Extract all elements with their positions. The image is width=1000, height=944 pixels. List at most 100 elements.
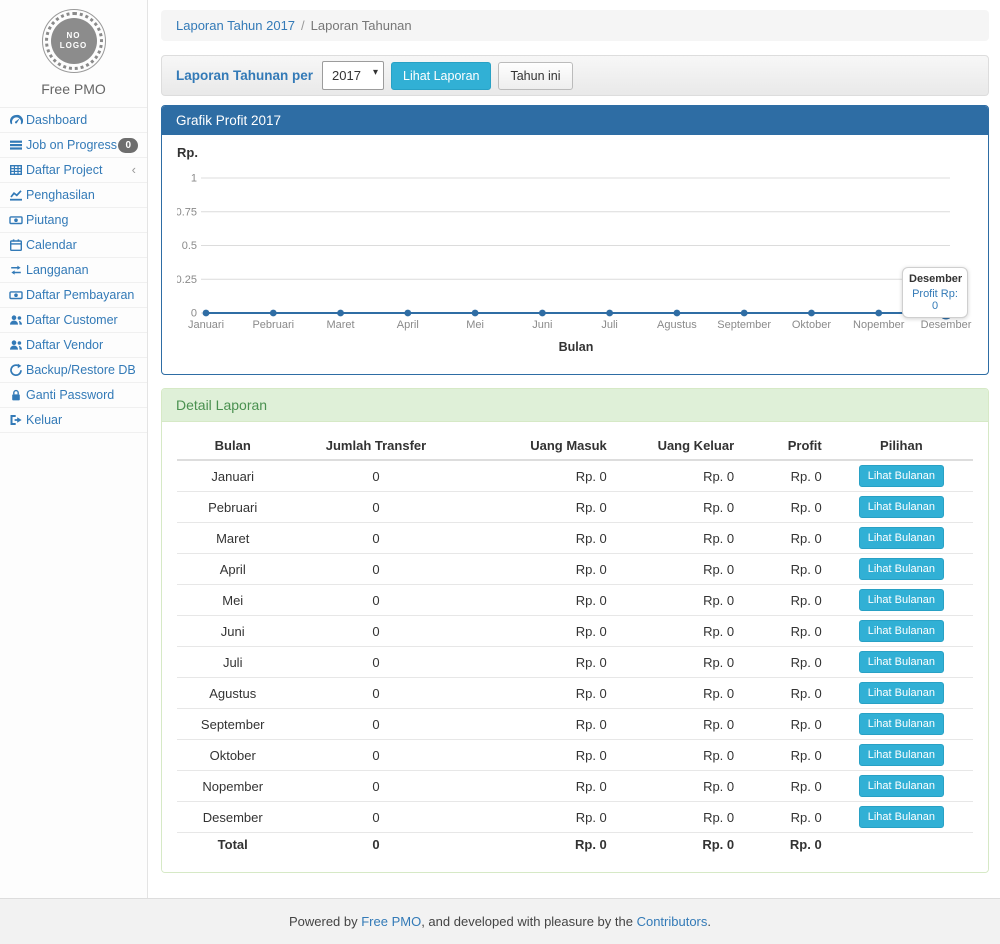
lihat-bulanan-button[interactable]: Lihat Bulanan: [859, 744, 944, 766]
footer-text-suffix: .: [707, 914, 711, 929]
table-cell: Rp. 0: [742, 554, 830, 585]
total-row: Total0Rp. 0Rp. 0Rp. 0: [177, 833, 973, 857]
sidebar-item-langganan[interactable]: Langganan: [0, 258, 147, 283]
lihat-bulanan-button[interactable]: Lihat Bulanan: [859, 651, 944, 673]
refresh-icon: [9, 363, 23, 377]
breadcrumb-separator: /: [301, 18, 305, 33]
table-cell: 0: [288, 616, 463, 647]
table-cell: Rp. 0: [464, 523, 615, 554]
table-cell: Rp. 0: [464, 492, 615, 523]
money-icon: [9, 213, 23, 227]
profit-chart-panel: Grafik Profit 2017 Rp. 00.250.50.751Janu…: [161, 105, 989, 375]
table-cell: Maret: [177, 523, 288, 554]
lihat-bulanan-button[interactable]: Lihat Bulanan: [859, 775, 944, 797]
table-cell: Rp. 0: [742, 523, 830, 554]
sidebar-item-daftar-pembayaran[interactable]: Daftar Pembayaran: [0, 283, 147, 308]
logo-text-line1: NO: [67, 31, 81, 41]
logo-text-line2: LOGO: [60, 41, 88, 51]
year-filter-label: Laporan Tahunan per: [176, 68, 313, 83]
footer-link-contributors[interactable]: Contributors: [637, 914, 708, 929]
sidebar: NO LOGO Free PMO DashboardJob on Progres…: [0, 0, 148, 898]
table-cell: Rp. 0: [615, 616, 742, 647]
progress-count-badge: 0: [118, 138, 138, 153]
table-cell: 0: [288, 678, 463, 709]
table-row: Mei0Rp. 0Rp. 0Rp. 0Lihat Bulanan: [177, 585, 973, 616]
table-cell: Rp. 0: [742, 460, 830, 492]
sidebar-item-backup-restore-db[interactable]: Backup/Restore DB: [0, 358, 147, 383]
table-cell: Rp. 0: [742, 709, 830, 740]
table-row: April0Rp. 0Rp. 0Rp. 0Lihat Bulanan: [177, 554, 973, 585]
lihat-bulanan-button[interactable]: Lihat Bulanan: [859, 682, 944, 704]
action-cell: Lihat Bulanan: [830, 492, 973, 523]
brand: NO LOGO Free PMO: [0, 0, 147, 108]
table-cell: 0: [288, 740, 463, 771]
svg-text:0.5: 0.5: [182, 240, 197, 252]
table-row: Januari0Rp. 0Rp. 0Rp. 0Lihat Bulanan: [177, 460, 973, 492]
lihat-bulanan-button[interactable]: Lihat Bulanan: [859, 527, 944, 549]
action-cell: Lihat Bulanan: [830, 771, 973, 802]
table-row: Maret0Rp. 0Rp. 0Rp. 0Lihat Bulanan: [177, 523, 973, 554]
sidebar-item-label: Backup/Restore DB: [26, 362, 138, 378]
sidebar-item-job-on-progress[interactable]: Job on Progress0: [0, 133, 147, 158]
table-cell: Rp. 0: [742, 647, 830, 678]
svg-text:Juni: Juni: [532, 319, 552, 331]
sidebar-item-label: Ganti Password: [26, 387, 138, 403]
table-cell: 0: [288, 585, 463, 616]
breadcrumb-link-laporan-tahun[interactable]: Laporan Tahun 2017: [176, 18, 295, 33]
breadcrumb: Laporan Tahun 2017/Laporan Tahunan: [161, 10, 989, 41]
table-cell: 0: [288, 802, 463, 833]
lihat-laporan-button[interactable]: Lihat Laporan: [391, 62, 491, 90]
svg-text:Agustus: Agustus: [657, 319, 697, 331]
table-cell: 0: [288, 460, 463, 492]
sidebar-item-ganti-password[interactable]: Ganti Password: [0, 383, 147, 408]
svg-text:Oktober: Oktober: [792, 319, 831, 331]
calendar-icon: [9, 238, 23, 252]
lihat-bulanan-button[interactable]: Lihat Bulanan: [859, 806, 944, 828]
lihat-bulanan-button[interactable]: Lihat Bulanan: [859, 713, 944, 735]
sidebar-item-penghasilan[interactable]: Penghasilan: [0, 183, 147, 208]
lihat-bulanan-button[interactable]: Lihat Bulanan: [859, 589, 944, 611]
svg-text:Januari: Januari: [188, 319, 224, 331]
svg-text:Desember: Desember: [921, 319, 972, 331]
footer-link-free-pmo[interactable]: Free PMO: [361, 914, 421, 929]
action-cell: Lihat Bulanan: [830, 523, 973, 554]
table-cell: Total: [177, 833, 288, 857]
sidebar-item-dashboard[interactable]: Dashboard: [0, 108, 147, 133]
sidebar-item-piutang[interactable]: Piutang: [0, 208, 147, 233]
svg-text:0: 0: [191, 308, 197, 320]
table-cell: Oktober: [177, 740, 288, 771]
table-cell: Rp. 0: [615, 585, 742, 616]
lihat-bulanan-button[interactable]: Lihat Bulanan: [859, 620, 944, 642]
lihat-bulanan-button[interactable]: Lihat Bulanan: [859, 465, 944, 487]
sidebar-item-label: Daftar Project: [26, 162, 132, 178]
detail-laporan-body: BulanJumlah TransferUang MasukUang Kelua…: [162, 422, 988, 872]
table-cell: Rp. 0: [464, 554, 615, 585]
sidebar-item-daftar-project[interactable]: Daftar Project‹: [0, 158, 147, 183]
table-cell: Rp. 0: [742, 585, 830, 616]
sidebar-item-daftar-vendor[interactable]: Daftar Vendor: [0, 333, 147, 358]
sidebar-item-label: Langganan: [26, 262, 138, 278]
tachometer-icon: [9, 113, 23, 127]
table-row: Juni0Rp. 0Rp. 0Rp. 0Lihat Bulanan: [177, 616, 973, 647]
main-content: Laporan Tahun 2017/Laporan Tahunan Lapor…: [148, 0, 1000, 898]
table-cell: Juli: [177, 647, 288, 678]
table-row: Oktober0Rp. 0Rp. 0Rp. 0Lihat Bulanan: [177, 740, 973, 771]
sidebar-item-calendar[interactable]: Calendar: [0, 233, 147, 258]
chart-y-axis-label: Rp.: [177, 145, 973, 163]
table-cell: Rp. 0: [742, 616, 830, 647]
lihat-bulanan-button[interactable]: Lihat Bulanan: [859, 558, 944, 580]
sidebar-item-keluar[interactable]: Keluar: [0, 408, 147, 433]
sidebar-item-daftar-customer[interactable]: Daftar Customer: [0, 308, 147, 333]
lihat-bulanan-button[interactable]: Lihat Bulanan: [859, 496, 944, 518]
sign-out-icon: [9, 413, 23, 427]
svg-text:Juli: Juli: [601, 319, 618, 331]
table-cell: 0: [288, 709, 463, 740]
year-select[interactable]: 2017: [322, 61, 384, 90]
tahun-ini-button[interactable]: Tahun ini: [498, 62, 572, 90]
profit-chart-panel-title: Grafik Profit 2017: [162, 106, 988, 135]
table-cell: Rp. 0: [615, 771, 742, 802]
table-cell: Januari: [177, 460, 288, 492]
table-cell: Rp. 0: [464, 771, 615, 802]
footer-text-middle: , and developed with pleasure by the: [421, 914, 636, 929]
table-cell: Rp. 0: [615, 802, 742, 833]
